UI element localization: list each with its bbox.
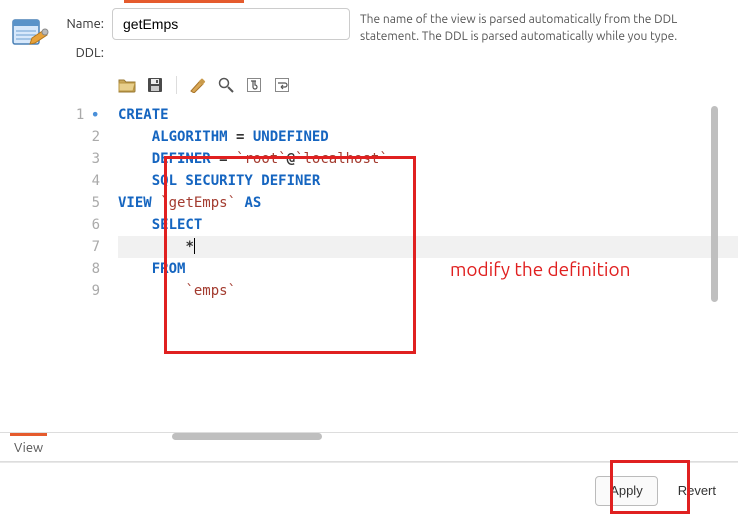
code-line[interactable]: SELECT [118,214,720,236]
beautify-icon[interactable] [185,74,211,96]
line-number: 8 [60,258,100,280]
apply-button[interactable]: Apply [595,476,658,506]
view-editor-icon [10,14,50,54]
line-number: 5 [60,192,100,214]
form-column: Name: DDL: [60,8,360,66]
vertical-scrollbar[interactable] [711,106,718,302]
top-panel: Name: DDL: The name of the view is parse… [0,0,738,72]
word-wrap-icon[interactable] [269,74,295,96]
revert-button[interactable]: Revert [666,476,728,506]
code-line[interactable]: `emps` [118,280,720,302]
line-number: 4 [60,170,100,192]
code-line[interactable]: SQL SECURITY DEFINER [118,170,720,192]
search-icon[interactable] [213,74,239,96]
line-number: 3 [60,148,100,170]
action-button-row: Apply Revert [0,462,738,518]
annotation-text: modify the definition [450,258,631,280]
form-icon-column [10,8,60,66]
code-line[interactable]: DEFINER = `root`@`localhost` [118,148,720,170]
code-line[interactable]: * [118,236,720,258]
line-number: 1• [60,104,100,126]
code-line[interactable]: ALGORITHM = UNDEFINED [118,126,720,148]
line-gutter: 1•23456789 [60,102,110,442]
name-label: Name: [60,17,112,31]
line-number: 2 [60,126,100,148]
active-tab-indicator [124,0,244,3]
line-number: 7 [60,236,100,258]
code-line[interactable]: VIEW `getEmps` AS [118,192,720,214]
save-icon[interactable] [142,74,168,96]
line-number: 6 [60,214,100,236]
bottom-tab-row: View [0,432,738,462]
text-cursor [194,238,196,254]
editor-toolbar [64,72,720,102]
toolbar-separator [176,76,177,94]
code-line[interactable]: CREATE [118,104,720,126]
ddl-label: DDL: [60,46,112,60]
line-number: 9 [60,280,100,302]
ddl-editor-area: 1•23456789 CREATE ALGORITHM = UNDEFINED … [60,72,720,442]
invisible-chars-icon[interactable] [241,74,267,96]
description-text: The name of the view is parsed automatic… [360,8,728,66]
name-input[interactable] [112,8,350,40]
open-file-icon[interactable] [114,74,140,96]
tab-view[interactable]: View [10,433,47,461]
